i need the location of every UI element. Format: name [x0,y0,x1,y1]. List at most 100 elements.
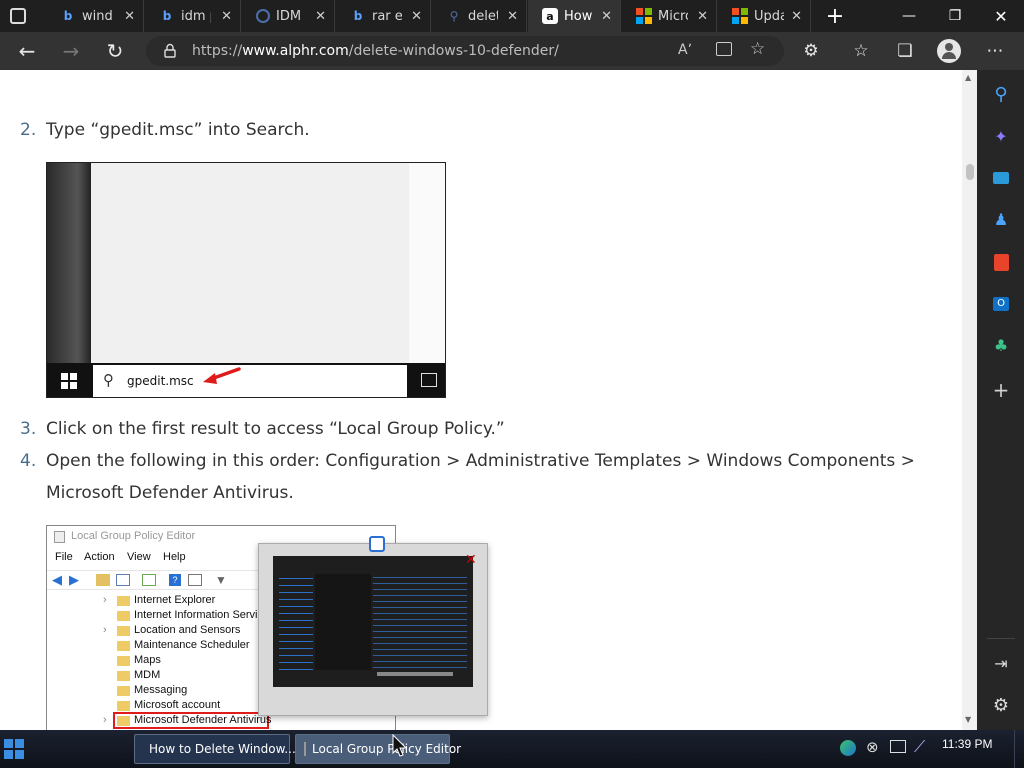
new-tab-icon[interactable]: + [812,0,858,32]
show-desktop-button[interactable] [1014,730,1024,768]
scroll-thumb[interactable] [966,164,974,180]
tab-how[interactable]: a How ✕ [528,0,621,32]
lock-icon[interactable] [164,43,176,58]
step-text: Microsoft Defender Antivirus. [46,483,294,503]
bing-icon: b [63,9,73,23]
tab-label: idm p [181,8,211,24]
network-disconnected-icon[interactable]: ⊗ [866,738,879,756]
tab-microsoft[interactable]: Micro ✕ [622,0,717,32]
tab-actions-icon[interactable] [10,8,26,24]
microsoft-icon [732,8,748,24]
visual-search-icon[interactable] [369,536,385,552]
hide-sidebar-icon[interactable]: ⇥ [989,651,1013,675]
settings-icon[interactable]: ⚙ [989,693,1013,717]
games-tree-icon[interactable]: ♣ [989,333,1013,357]
page-scrollbar[interactable]: ▲ ▼ [962,70,977,730]
minimize-icon[interactable]: — [886,0,932,32]
edge-tray-icon[interactable] [840,740,856,756]
screenshot-left-panel [47,163,91,363]
read-aloud-icon[interactable]: Aʼ [678,42,692,58]
step-number: 3. [20,419,37,439]
feather-icon[interactable]: ⟋ [914,737,925,757]
search-icon[interactable]: ⚲ [989,82,1013,106]
extensions-icon[interactable]: ⚙ [798,38,824,64]
back-arrow-icon: ◀ [52,572,62,587]
add-icon[interactable]: + [989,378,1013,402]
outlook-icon[interactable]: O [989,292,1013,316]
url-path: /delete-windows-10-defender/ [348,43,559,59]
close-icon[interactable]: ✕ [411,9,422,24]
edge-loading-icon [256,9,270,23]
step-number: 2. [20,120,37,140]
close-icon[interactable]: ✕ [221,9,232,24]
tab-label: rar ex [372,8,402,24]
tab-label: IDM C [276,8,306,24]
bing-icon: b [353,9,363,23]
tab-label: Upda [754,8,784,24]
step-number: 4. [20,451,37,471]
task-local-group-policy[interactable]: Local Group Policy Editor [295,734,461,764]
tree-label: Microsoft account [134,699,221,711]
start-button[interactable] [4,739,24,763]
close-icon[interactable]: ✕ [791,9,802,24]
clock[interactable]: 11:39 PM [942,737,992,751]
close-window-icon[interactable]: ✕ [978,0,1024,32]
app-available-icon[interactable] [716,42,732,56]
shopping-icon[interactable] [989,166,1013,190]
tab-rar[interactable]: b rar ex ✕ [336,0,431,32]
close-icon[interactable]: ✕ [601,9,612,24]
close-preview-icon[interactable]: ✕ [465,552,477,568]
url-host: www.alphr.com [242,43,349,59]
close-icon[interactable]: ✕ [124,9,135,24]
tab-label: delet [468,8,498,24]
menu-help: Help [163,551,186,563]
folder-icon [117,596,130,606]
scroll-up-arrow-icon[interactable]: ▲ [965,73,971,82]
display-icon[interactable] [890,740,906,753]
back-icon[interactable]: ← [14,38,40,64]
tools-icon[interactable]: ♟ [989,207,1013,231]
screenshot-right-panel [409,163,445,363]
favorites-icon[interactable]: ☆ [848,38,874,64]
close-icon[interactable]: ✕ [315,9,326,24]
task-edge-how-to-delete[interactable]: How to Delete Window... [134,734,296,764]
tab-update[interactable]: Upda ✕ [718,0,811,32]
tab-label: How [564,8,593,24]
close-icon[interactable]: ✕ [507,9,518,24]
task-view-icon [421,373,437,387]
url-text[interactable]: https://www.alphr.com/delete-windows-10-… [192,43,559,59]
windows-logo-icon [61,373,77,393]
add-favorite-icon[interactable]: ☆ [750,39,765,59]
thumb-middle-pane [315,574,371,670]
scroll-down-arrow-icon[interactable]: ▼ [965,715,971,724]
folder-icon [117,656,130,666]
address-bar[interactable]: https://www.alphr.com/delete-windows-10-… [146,36,784,66]
tree-label: Location and Sensors [134,624,241,636]
tab-windows[interactable]: b windo ✕ [46,0,144,32]
tab-delete[interactable]: ⚲ delet ✕ [432,0,527,32]
collections-icon[interactable]: ❏ [892,38,918,64]
tree-item-defender-antivirus: › Microsoft Defender Antivirus [103,712,323,729]
restore-icon[interactable]: ❐ [932,0,978,32]
task-label: Local Group Policy Editor [312,742,462,756]
refresh-icon[interactable]: ↻ [102,38,128,64]
task-label: How to Delete Window... [149,742,296,756]
tab-idm-c[interactable]: IDM C ✕ [242,0,335,32]
tab-idm[interactable]: b idm p ✕ [145,0,241,32]
copilot-icon[interactable]: ✦ [989,124,1013,148]
office-icon[interactable] [989,250,1013,274]
more-menu-icon[interactable]: ⋯ [982,38,1008,64]
url-scheme: https:// [192,43,243,59]
folder-icon [117,686,130,696]
forward-icon[interactable]: → [58,38,84,64]
step-text: Open the following in this order: Config… [46,451,915,471]
image-hover-preview[interactable]: ✕ [258,536,488,716]
gpedit-app-icon [54,531,65,543]
search-icon: ⚲ [449,9,459,23]
close-icon[interactable]: ✕ [697,9,708,24]
profile-avatar[interactable] [936,38,962,64]
thumb-scrollbar [377,672,453,676]
tree-label: Messaging [134,684,188,696]
folder-icon [117,626,130,636]
folder-icon [117,671,130,681]
